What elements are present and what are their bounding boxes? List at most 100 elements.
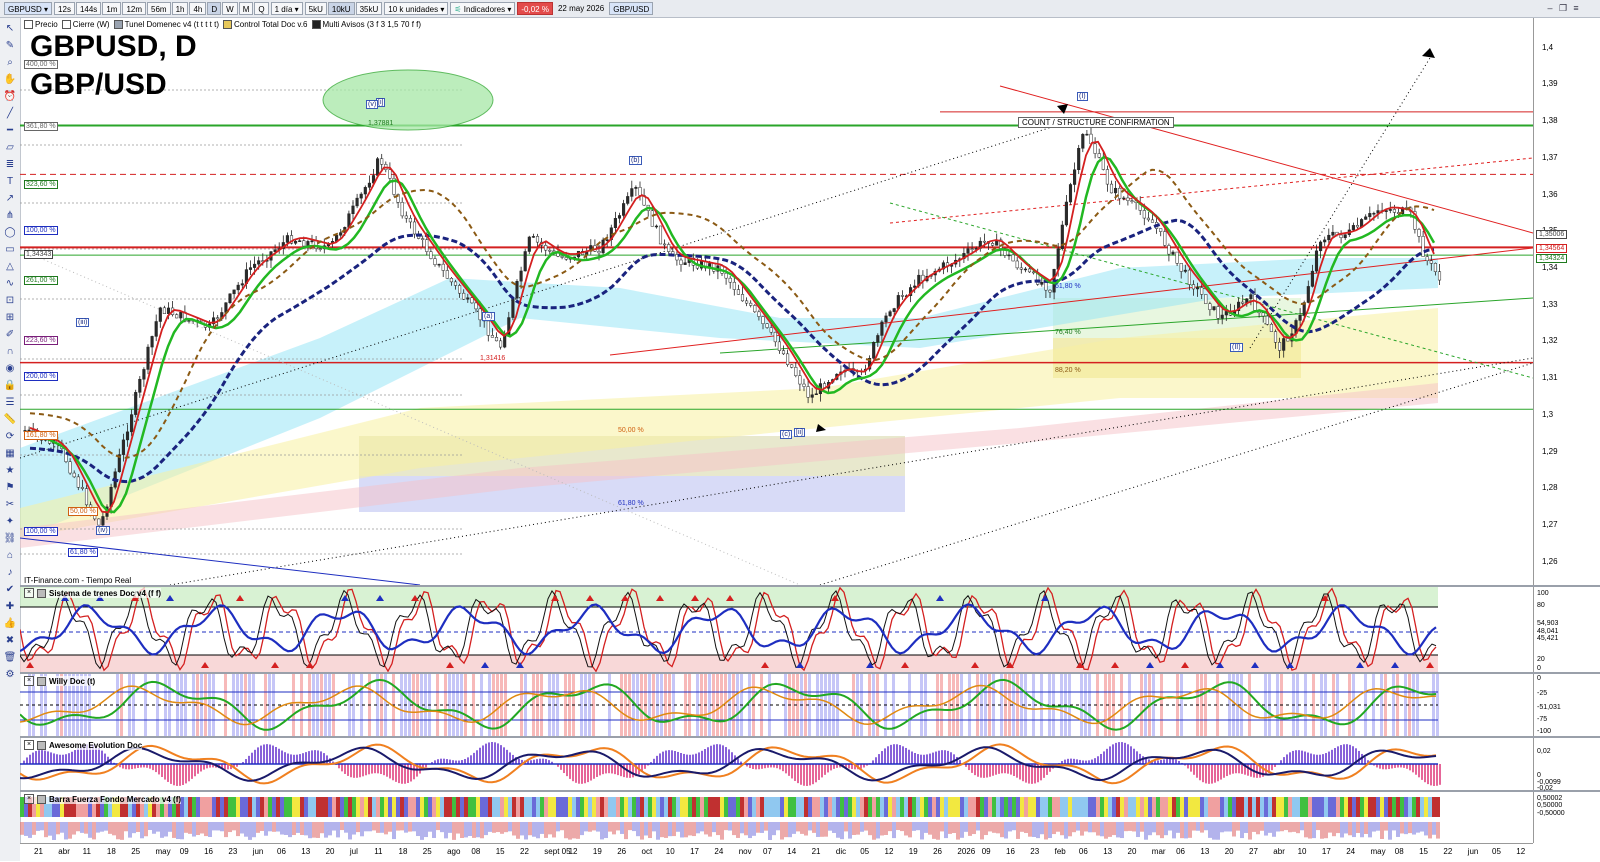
force-bar	[1232, 797, 1236, 817]
zoom-icon[interactable]: ⌕	[3, 55, 17, 69]
timeframe-button[interactable]: 56m	[147, 2, 171, 15]
triangle-icon[interactable]: △	[3, 259, 17, 273]
timeframe-button[interactable]: 1m	[102, 2, 121, 15]
timeframe-button[interactable]: D	[207, 2, 221, 15]
timeframe-button[interactable]: M	[239, 2, 254, 15]
legend-item[interactable]: Precio	[24, 20, 58, 29]
alarm-icon[interactable]: ⏰	[3, 89, 17, 103]
force-histogram	[432, 822, 436, 838]
unit-button[interactable]: 10kU	[328, 2, 355, 15]
timeframe-button[interactable]: 12s	[54, 2, 75, 15]
timeframe-button[interactable]: 144s	[76, 2, 101, 15]
date-tick-label: 23	[228, 847, 237, 856]
force-bar	[360, 797, 364, 817]
x-icon[interactable]: ✖	[3, 633, 17, 647]
restore-icon[interactable]: ❐	[1558, 3, 1568, 13]
ruler-icon[interactable]: 📏	[3, 412, 17, 426]
lock-icon[interactable]: 🔒	[3, 378, 17, 392]
brush-icon[interactable]: ✐	[3, 327, 17, 341]
legend-item[interactable]: Tunel Domenec v4 (t t t t t)	[114, 20, 219, 29]
check-icon[interactable]: ✔	[3, 582, 17, 596]
timeframe-button[interactable]: 1h	[172, 2, 189, 15]
force-bar	[492, 797, 496, 817]
force-histogram	[1220, 822, 1224, 832]
close-icon[interactable]: ×	[24, 794, 34, 804]
flag-icon[interactable]: ⚑	[3, 480, 17, 494]
close-icon[interactable]: ×	[24, 676, 34, 686]
arrow-icon[interactable]: ↗	[3, 191, 17, 205]
layers-icon[interactable]: ☰	[3, 395, 17, 409]
unit-button[interactable]: 5kU	[305, 2, 327, 15]
legend-item[interactable]: Multi Avisos (3 f 3 1,5 70 f f)	[312, 20, 422, 29]
tag-icon[interactable]: ⌂	[3, 548, 17, 562]
panel-label: Barra Fuerza Fondo Mercado v4 (f)	[49, 795, 181, 804]
wave-icon[interactable]: ∿	[3, 276, 17, 290]
date-axis[interactable]: 21abr111825may091623jun061320jul111825ag…	[20, 843, 1533, 862]
force-bar	[876, 797, 880, 817]
pair-badge[interactable]: GBP/USD	[609, 2, 653, 15]
legend-item[interactable]: Control Total Doc v.6	[223, 20, 308, 29]
scissors-icon[interactable]: ✂	[3, 497, 17, 511]
magnet-icon[interactable]: ∩	[3, 344, 17, 358]
line-icon[interactable]: ╱	[3, 106, 17, 120]
grid-icon[interactable]: ▦	[3, 446, 17, 460]
force-bar	[1120, 797, 1124, 817]
trash-icon[interactable]: 🗑	[3, 650, 17, 664]
candle-body	[1143, 210, 1146, 218]
quantity-selector[interactable]: 10 k unidades ▾	[384, 2, 448, 15]
rect-icon[interactable]: ▭	[3, 242, 17, 256]
close-icon[interactable]: ×	[24, 588, 34, 598]
cycle-icon[interactable]: ⟳	[3, 429, 17, 443]
awesome-panel[interactable]	[20, 738, 1533, 790]
eye-icon[interactable]: ◉	[3, 361, 17, 375]
willy-panel[interactable]	[20, 674, 1533, 736]
text-icon[interactable]: T	[3, 174, 17, 188]
pitchfork-icon[interactable]: ⋔	[3, 208, 17, 222]
candle-body	[319, 249, 322, 250]
indicators-button[interactable]: ⚟ Indicadores ▾	[450, 2, 515, 15]
ao-bar	[695, 754, 697, 764]
bell-icon[interactable]: ♪	[3, 565, 17, 579]
symbol-selector[interactable]: GBPUSD ▾	[4, 2, 52, 15]
force-bar	[828, 797, 832, 817]
candle-body	[659, 226, 662, 244]
thumb-icon[interactable]: 👍	[3, 616, 17, 630]
trains-panel[interactable]	[20, 587, 1533, 672]
hand-icon[interactable]: ✋	[3, 72, 17, 86]
measure-icon[interactable]: ⊡	[3, 293, 17, 307]
date-tick-label: 09	[180, 847, 189, 856]
price-chart[interactable]	[20, 18, 1533, 585]
timeframe-button[interactable]: 4h	[189, 2, 206, 15]
timeframe-button[interactable]: W	[222, 2, 238, 15]
settings-icon[interactable]: ⚙	[3, 667, 17, 681]
force-histogram	[528, 822, 532, 835]
force-histogram	[1388, 822, 1392, 840]
pencil-icon[interactable]: ✎	[3, 38, 17, 52]
ellipse-icon[interactable]: ◯	[3, 225, 17, 239]
plus-icon[interactable]: ✚	[3, 599, 17, 613]
fib-icon[interactable]: ≣	[3, 157, 17, 171]
force-histogram	[304, 822, 308, 835]
timeframe-button[interactable]: Q	[254, 2, 268, 15]
star-icon[interactable]: ★	[3, 463, 17, 477]
star2-icon[interactable]: ✦	[3, 514, 17, 528]
ao-bar	[938, 751, 940, 764]
link-icon[interactable]: ⛓	[3, 531, 17, 545]
ao-bar	[917, 754, 919, 764]
force-histogram	[136, 822, 140, 832]
hline-icon[interactable]: ━	[3, 123, 17, 137]
gann-icon[interactable]: ⊞	[3, 310, 17, 324]
force-bar-panel[interactable]	[20, 792, 1533, 843]
close-icon[interactable]: ×	[24, 740, 34, 750]
timeframe-button[interactable]: 12m	[122, 2, 146, 15]
legend-item[interactable]: Cierre (W)	[62, 20, 110, 29]
unit-button[interactable]: 35kU	[356, 2, 383, 15]
period-selector[interactable]: 1 día ▾	[271, 2, 303, 15]
cursor-icon[interactable]: ↖	[3, 21, 17, 35]
ao-bar	[1388, 764, 1390, 769]
channel-icon[interactable]: ▱	[3, 140, 17, 154]
minimize-icon[interactable]: –	[1545, 3, 1555, 13]
menu-icon[interactable]: ≡	[1571, 3, 1581, 13]
force-histogram	[1212, 822, 1216, 840]
force-bar	[708, 797, 712, 817]
